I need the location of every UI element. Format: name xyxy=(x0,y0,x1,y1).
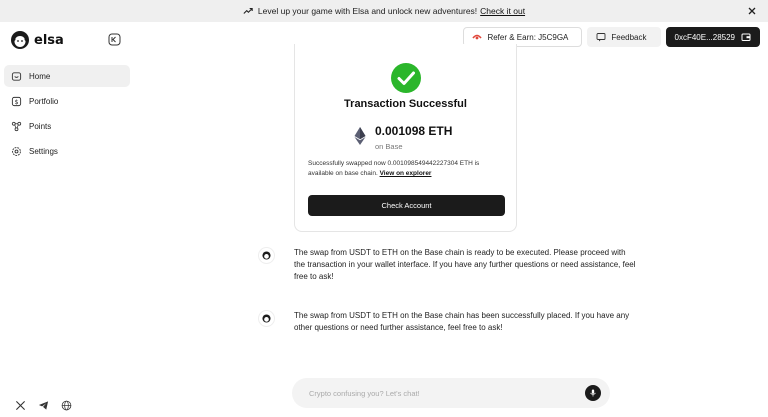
globe-icon[interactable] xyxy=(61,400,72,411)
collapse-sidebar-icon[interactable] xyxy=(108,33,121,46)
sidebar-item-label: Home xyxy=(29,71,51,81)
check-account-button[interactable]: Check Account xyxy=(308,195,505,216)
transaction-chain: on Base xyxy=(375,142,403,151)
feedback-label: Feedback xyxy=(611,32,647,42)
elsa-logo-icon xyxy=(11,31,29,49)
svg-text:$: $ xyxy=(14,97,18,105)
close-icon[interactable] xyxy=(746,5,758,17)
portfolio-icon: $ xyxy=(11,96,22,106)
gift-icon xyxy=(472,34,483,40)
wallet-button[interactable]: 0xcF40E...28529 xyxy=(665,27,760,47)
chat-input-bar xyxy=(292,378,610,408)
transaction-title: Transaction Successful xyxy=(344,98,467,110)
social-links xyxy=(15,400,72,411)
elsa-avatar xyxy=(258,310,275,327)
trending-up-icon xyxy=(243,7,253,14)
wallet-icon xyxy=(741,33,751,41)
feedback-button[interactable]: Feedback xyxy=(587,27,661,47)
sidebar-item-label: Portfolio xyxy=(29,96,59,106)
transaction-description: Successfully swapped now 0.0010985494422… xyxy=(308,159,506,179)
points-icon xyxy=(11,121,22,131)
elsa-avatar-icon xyxy=(262,314,271,323)
microphone-icon xyxy=(590,389,596,397)
sidebar-item-label: Settings xyxy=(29,146,58,156)
ethereum-icon xyxy=(354,127,366,145)
sidebar-item-home[interactable]: Home xyxy=(4,65,130,87)
x-icon[interactable] xyxy=(15,400,26,411)
home-icon xyxy=(11,71,22,81)
feedback-icon xyxy=(596,33,606,42)
chat-input[interactable] xyxy=(292,388,585,398)
sidebar-item-label: Points xyxy=(29,121,52,131)
transaction-card: Transaction Successful 0.001098 ETH on B… xyxy=(294,44,517,232)
sidebar-item-points[interactable]: Points xyxy=(4,115,130,137)
view-on-explorer-link[interactable]: View on explorer xyxy=(380,170,432,177)
sidebar-item-settings[interactable]: Settings xyxy=(4,140,130,162)
announcement-banner: Level up your game with Elsa and unlock … xyxy=(0,0,768,22)
sidebar-item-portfolio[interactable]: $ Portfolio xyxy=(4,90,130,112)
message-text: The swap from USDT to ETH on the Base ch… xyxy=(294,248,636,281)
banner-link[interactable]: Check it out xyxy=(480,6,525,16)
message-text: The swap from USDT to ETH on the Base ch… xyxy=(294,311,630,332)
sidebar-nav: Home $ Portfolio Points Settings xyxy=(4,65,130,165)
elsa-avatar xyxy=(258,247,275,264)
success-check-icon xyxy=(391,63,421,93)
brand-logo[interactable]: elsa xyxy=(10,30,64,50)
transaction-amount: 0.001098 ETH xyxy=(375,124,453,138)
refer-earn-label: Refer & Earn: J5C9GA xyxy=(487,32,569,42)
wallet-address: 0xcF40E...28529 xyxy=(674,32,735,42)
brand-name: elsa xyxy=(34,32,64,48)
telegram-icon[interactable] xyxy=(38,400,49,411)
elsa-avatar-icon xyxy=(262,251,271,260)
settings-icon xyxy=(12,146,21,156)
banner-text: Level up your game with Elsa and unlock … xyxy=(257,6,478,16)
microphone-button[interactable] xyxy=(585,385,601,401)
